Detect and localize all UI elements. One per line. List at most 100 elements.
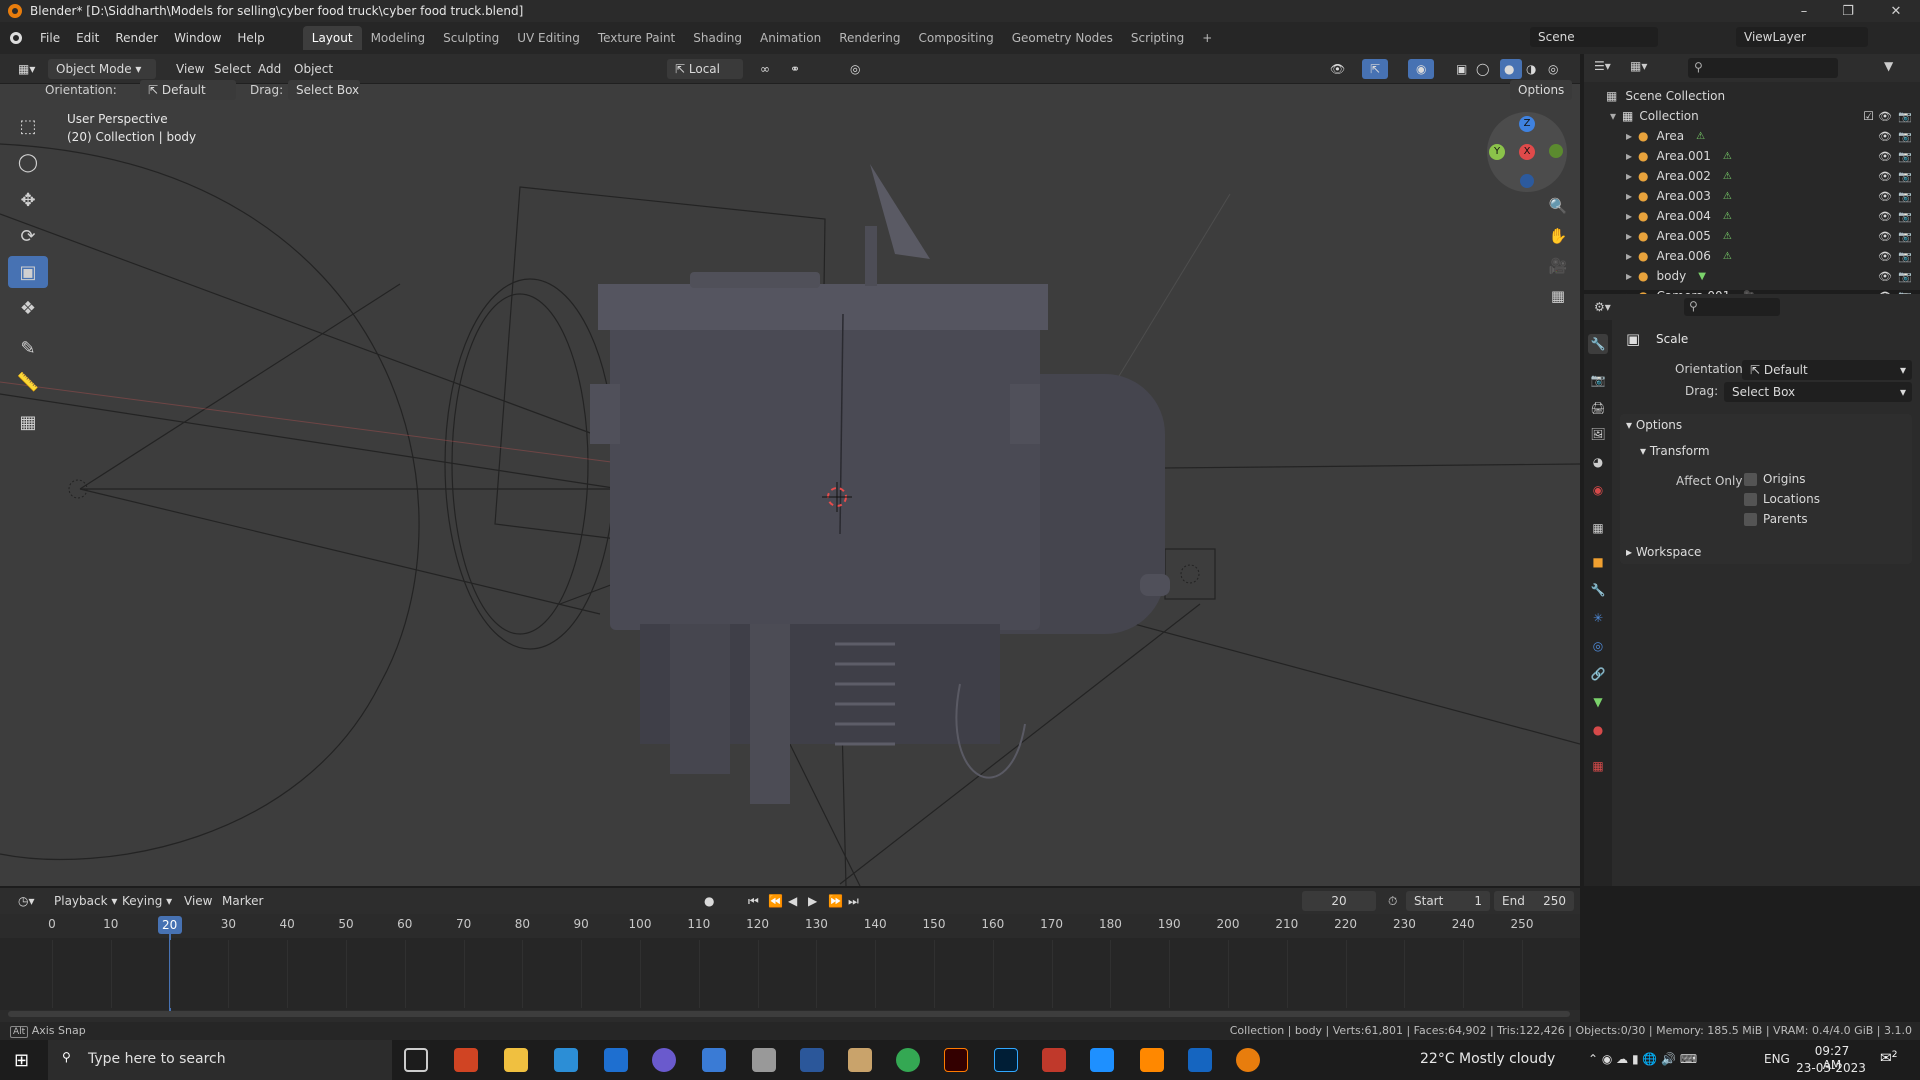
expand-arrow-icon[interactable]: ▸ (1626, 209, 1632, 223)
blender-menu-icon[interactable] (0, 32, 32, 44)
outliner-item[interactable]: ▸ ● Area.004 ⚠ 👁 📷 (1584, 206, 1920, 226)
input-language[interactable]: ENG (1764, 1052, 1790, 1066)
gizmo-y-axis[interactable]: Y (1489, 144, 1505, 160)
visibility-eye-icon[interactable]: 👁 (1878, 110, 1892, 123)
tool-tab-icon[interactable]: 🔧 (1588, 334, 1608, 354)
render-camera-icon[interactable]: 📷 (1898, 150, 1912, 163)
outliner-item[interactable]: ▸ ● Area ⚠ 👁 📷 (1584, 126, 1920, 146)
overlay-toggle-icon[interactable]: ◉ (1408, 59, 1434, 79)
jump-end-icon[interactable]: ⏭ (840, 891, 867, 911)
scene-tab-icon[interactable]: ◕ (1588, 452, 1608, 472)
object-tab-icon[interactable]: ■ (1588, 552, 1608, 572)
navigation-gizmo[interactable]: Z Y X (1487, 112, 1567, 192)
visibility-eye-icon[interactable]: 👁 (1878, 130, 1892, 143)
word-icon[interactable] (800, 1048, 824, 1072)
visibility-eye-icon[interactable]: 👁 (1878, 150, 1892, 163)
annotate-tool[interactable]: ✎ (8, 332, 48, 364)
3d-viewport[interactable] (0, 84, 1580, 886)
mode-selector[interactable]: Object Mode ▾ (48, 59, 156, 79)
expand-arrow-icon[interactable]: ▸ (1626, 269, 1632, 283)
restore-button[interactable]: ❐ (1828, 0, 1868, 22)
expand-arrow-icon[interactable]: ▸ (1626, 249, 1632, 263)
outliner-item[interactable]: ▸ ● Area.006 ⚠ 👁 📷 (1584, 246, 1920, 266)
system-tray-icons[interactable]: ⌃ ◉ ☁ ▮ 🌐 🔊 ⌨ (1588, 1052, 1697, 1066)
tab-animation[interactable]: Animation (751, 26, 830, 50)
windows-start-icon[interactable]: ⊞ (14, 1050, 29, 1071)
visibility-eye-icon[interactable]: 👁 (1878, 190, 1892, 203)
gizmo-neg-y-axis[interactable] (1549, 144, 1563, 158)
file-manager-icon[interactable] (848, 1048, 872, 1072)
collection-row[interactable]: ▾ ▦ Collection ☑ 👁 📷 (1584, 106, 1920, 126)
affect-parents-checkbox[interactable]: Parents (1744, 512, 1808, 526)
gizmo-z-axis[interactable]: Z (1519, 116, 1535, 132)
clock-date[interactable]: 23-03-2023 (1796, 1061, 1866, 1075)
taskbar-search-input[interactable]: ⚲ Type here to search (48, 1040, 392, 1080)
tab-layout[interactable]: Layout (302, 26, 362, 50)
editor-type-button[interactable]: ▦▾ (10, 59, 40, 79)
data-tab-icon[interactable]: ▼ (1588, 692, 1608, 712)
current-frame-field[interactable]: 20 (1302, 891, 1376, 911)
timeline-ruler[interactable]: 0 10 20 30 40 50 60 70 80 90 100 110 120 130 140 150 160… (0, 914, 1580, 938)
expand-arrow-icon[interactable]: ▸ (1626, 149, 1632, 163)
output-tab-icon[interactable]: 🖨 (1588, 398, 1608, 418)
visibility-eye-icon[interactable]: 👁 (1878, 230, 1892, 243)
snap-toggle-icon[interactable]: ⚭ (782, 59, 808, 79)
workspace-panel-header[interactable]: ▸ Workspace (1626, 545, 1701, 559)
scene-selector[interactable]: Scene (1530, 27, 1658, 47)
render-camera-icon[interactable]: 📷 (1898, 250, 1912, 263)
render-camera-icon[interactable]: 📷 (1898, 130, 1912, 143)
filter-icon[interactable]: ▼ (1884, 59, 1893, 73)
exclude-checkbox[interactable]: ☑ (1863, 109, 1874, 123)
transform-tool[interactable]: ❖ (8, 292, 48, 324)
menu-render[interactable]: Render (107, 27, 166, 49)
v-app-icon[interactable] (1090, 1048, 1114, 1072)
outliner-search-input[interactable]: ⚲ (1688, 58, 1838, 78)
solid-shading-icon[interactable]: ● (1500, 59, 1522, 79)
rotate-tool[interactable]: ⟳ (8, 220, 48, 252)
start-frame-field[interactable]: Start 1 (1406, 891, 1490, 911)
transform-pivot-selector[interactable]: ⇱ Local (667, 59, 743, 79)
preview-range-icon[interactable]: ⏱ (1380, 891, 1405, 911)
illustrator-icon[interactable] (944, 1048, 968, 1072)
select-box-tool[interactable]: ⬚ (8, 110, 48, 142)
view-layer-tab-icon[interactable]: 🖼 (1588, 424, 1608, 444)
viewport-menu-object[interactable]: Object (286, 59, 341, 79)
rendered-shading-icon[interactable]: ◎ (1544, 59, 1566, 79)
viewport-menu-add[interactable]: Add (250, 59, 289, 79)
affect-origins-checkbox[interactable]: Origins (1744, 472, 1806, 486)
perspective-toggle-icon[interactable]: ▦ (1543, 282, 1573, 310)
zoom-icon[interactable]: 🔍 (1543, 192, 1573, 220)
edge-icon[interactable] (652, 1048, 676, 1072)
vectary-icon[interactable] (1188, 1048, 1212, 1072)
outliner-item[interactable]: ▸ ● Area.003 ⚠ 👁 📷 (1584, 186, 1920, 206)
modifier-tab-icon[interactable]: 🔧 (1588, 580, 1608, 600)
particles-tab-icon[interactable]: ✳ (1588, 608, 1608, 628)
add-cube-tool[interactable]: ▦ (8, 406, 48, 438)
task-view-icon[interactable] (404, 1048, 428, 1072)
snapping-icon[interactable]: ∞ (752, 59, 778, 79)
tab-modeling[interactable]: Modeling (362, 26, 435, 50)
blender-taskbar-icon[interactable] (1236, 1048, 1260, 1072)
visibility-eye-icon[interactable]: 👁 (1878, 250, 1892, 263)
prop-drag-selector[interactable]: Select Box ▾ (1724, 382, 1912, 402)
physics-tab-icon[interactable]: ◎ (1588, 636, 1608, 656)
visibility-eye-icon[interactable]: 👁 (1878, 270, 1892, 283)
outliner-editor-icon[interactable]: ☰▾ (1594, 59, 1611, 73)
affect-locations-checkbox[interactable]: Locations (1744, 492, 1820, 506)
timeline-menu-marker[interactable]: Marker (214, 891, 271, 911)
proportional-edit-icon[interactable]: ◎ (842, 59, 868, 79)
render-camera-icon[interactable]: 📷 (1898, 170, 1912, 183)
properties-search-input[interactable]: ⚲ (1684, 298, 1780, 316)
tab-scripting[interactable]: Scripting (1122, 26, 1193, 50)
tab-geometry-nodes[interactable]: Geometry Nodes (1003, 26, 1122, 50)
properties-editor-icon[interactable]: ⚙▾ (1594, 300, 1611, 314)
substance-icon[interactable] (1042, 1048, 1066, 1072)
cursor-tool[interactable]: ◯ (8, 146, 48, 178)
material-tab-icon[interactable]: ● (1588, 720, 1608, 740)
outliner-item[interactable]: ▸ ● Area.005 ⚠ 👁 📷 (1584, 226, 1920, 246)
measure-tool[interactable]: 📏 (8, 366, 48, 398)
display-mode-icon[interactable]: ▦▾ (1630, 59, 1647, 73)
file-explorer-icon[interactable] (504, 1048, 528, 1072)
camera-view-icon[interactable]: 🎥 (1543, 252, 1573, 280)
prop-orientation-selector[interactable]: ⇱ Default ▾ (1742, 360, 1912, 380)
